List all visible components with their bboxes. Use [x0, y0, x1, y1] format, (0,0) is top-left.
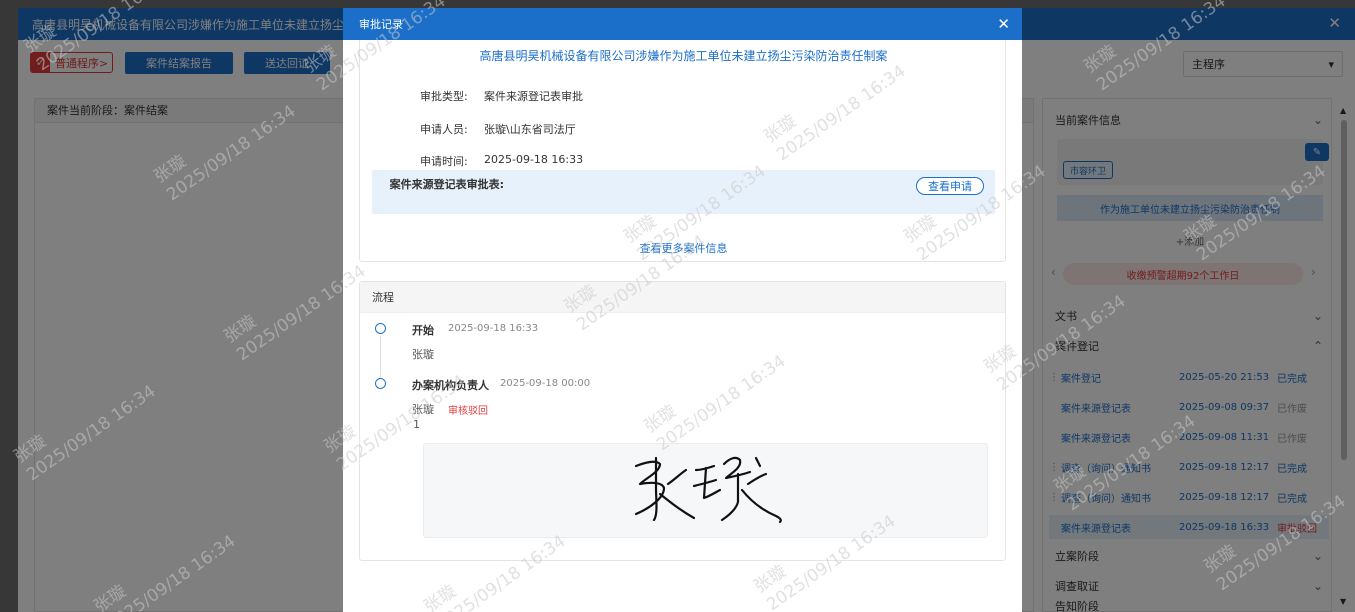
step-time: 2025-09-18 16:33	[448, 323, 539, 334]
timeline-dot	[375, 323, 386, 334]
approval-type-value: 案件来源登记表审批	[484, 90, 583, 103]
applicant-label: 申请人员:	[420, 123, 468, 136]
applicant-value: 张璇\山东省司法厅	[484, 123, 576, 136]
step-status: 审核驳回	[448, 406, 488, 417]
approval-form-box: 案件来源登记表审批表: 查看申请	[372, 170, 995, 214]
approval-info-card: 高唐县明昊机械设备有限公司涉嫌作为施工单位未建立扬尘污染防治责任制案 审批类型:…	[359, 40, 1006, 262]
process-header: 流程	[360, 282, 1005, 313]
step-person: 张璇	[412, 348, 434, 361]
timeline-dot	[375, 378, 386, 389]
signature-box	[423, 443, 988, 538]
step-name: 办案机构负责人	[412, 379, 489, 392]
applicant-row: 申请人员: 张璇\山东省司法厅	[420, 121, 576, 137]
process-card: 流程 开始 2025-09-18 16:33 张璇 办案机构负责人 2025-0…	[359, 281, 1006, 561]
step-note: 1	[413, 418, 420, 431]
step-person: 张璇	[412, 403, 434, 416]
timeline-line	[380, 336, 381, 380]
approval-type-label: 审批类型:	[420, 90, 468, 103]
dialog-titlebar: 审批记录 ✕	[343, 8, 1022, 40]
more-case-info-link[interactable]: 查看更多案件信息	[360, 240, 1007, 256]
dialog-title: 审批记录	[359, 18, 403, 31]
case-title[interactable]: 高唐县明昊机械设备有限公司涉嫌作为施工单位未建立扬尘污染防治责任制案	[360, 47, 1007, 64]
step-name: 开始	[412, 324, 434, 337]
close-icon[interactable]: ✕	[997, 15, 1010, 33]
view-application-button[interactable]: 查看申请	[916, 177, 984, 195]
apply-time-row: 申请时间: 2025-09-18 16:33	[420, 153, 583, 169]
apply-time-label: 申请时间:	[420, 155, 468, 168]
step-time: 2025-09-18 00:00	[500, 378, 591, 389]
approval-type-row: 审批类型: 案件来源登记表审批	[420, 88, 583, 104]
approval-form-label: 案件来源登记表审批表:	[389, 178, 504, 191]
approval-record-dialog: 审批记录 ✕ 高唐县明昊机械设备有限公司涉嫌作为施工单位未建立扬尘污染防治责任制…	[343, 8, 1022, 612]
apply-time-value: 2025-09-18 16:33	[484, 153, 584, 166]
signature-image	[634, 456, 782, 524]
